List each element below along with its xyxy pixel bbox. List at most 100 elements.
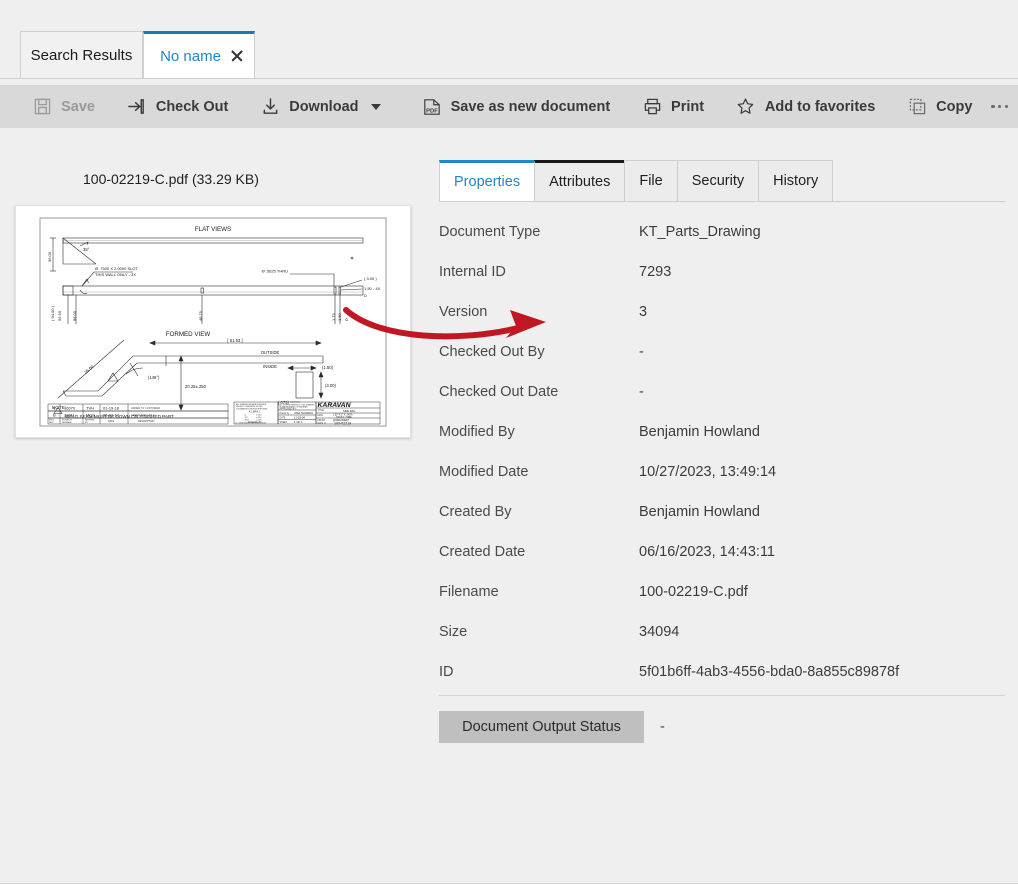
svg-text:(145°): (145°) [148, 375, 160, 380]
svg-text:Ø .5625 THRU: Ø .5625 THRU [262, 269, 288, 274]
svg-text:MATL: MATL [318, 414, 325, 417]
svg-text:ADDED SIDE HOLE: ADDED SIDE HOLE [131, 413, 155, 417]
svg-text:FINISH: FINISH [318, 420, 326, 422]
copy-label: Copy [936, 98, 973, 115]
svg-text:100-02219: 100-02219 [334, 421, 351, 425]
download-button[interactable]: Download [251, 85, 389, 128]
chevron-down-icon[interactable] [370, 103, 381, 110]
tab-properties-label: Properties [454, 174, 521, 190]
print-button[interactable]: Print [633, 85, 713, 128]
svg-text:DATE: DATE [108, 420, 115, 423]
svg-text:FORMED VIEW: FORMED VIEW [166, 331, 211, 338]
svg-text:BY: BY [85, 422, 88, 424]
copy-button[interactable]: Copy [898, 85, 981, 128]
copy-icon [907, 97, 927, 117]
tab-no-name-label: No name [160, 47, 221, 65]
check-out-button[interactable]: Check Out [118, 85, 238, 128]
svg-text:20.25±.250: 20.25±.250 [185, 384, 207, 389]
svg-text:1 OF 1: 1 OF 1 [294, 420, 303, 424]
star-icon [736, 97, 756, 117]
property-label: Document Type [439, 224, 541, 240]
property-row-created-by: Created By Benjamin Howland [439, 504, 760, 520]
tab-history-label: History [773, 173, 819, 189]
tab-no-name[interactable]: No name [143, 31, 255, 78]
save-button[interactable]: Save [23, 85, 104, 128]
browser-tab-strip: Search Results No name [0, 0, 1018, 79]
svg-text:88.00: 88.00 [72, 310, 77, 321]
details-panel: Properties Attributes File Security Hist… [439, 128, 1005, 763]
svg-text:16070: 16070 [64, 405, 76, 410]
svg-text:KARAVAN: KARAVAN [318, 402, 352, 409]
add-to-favorites-label: Add to favorites [764, 98, 876, 115]
svg-text:96.00: 96.00 [47, 251, 52, 262]
svg-text:MCS: MCS [86, 412, 95, 417]
tab-security[interactable]: Security [676, 160, 759, 202]
download-label: Download [289, 98, 359, 115]
property-row-version: Version 3 [439, 304, 647, 320]
svg-text:1.50 - 4X: 1.50 - 4X [364, 286, 381, 291]
svg-text:INSIDE: INSIDE [263, 364, 277, 369]
more-options-button[interactable] [981, 104, 1018, 109]
property-label: Checked Out Date [439, 384, 559, 400]
svg-text:( ) = NON-INSPECTED DIMENSION: ( ) = NON-INSPECTED DIMENSION [235, 423, 266, 425]
property-label: Version [439, 304, 488, 320]
property-row-modified-by: Modified By Benjamin Howland [439, 424, 760, 440]
property-label: ID [439, 664, 454, 680]
property-label: Size [439, 624, 468, 640]
property-label: Modified By [439, 424, 515, 440]
property-label: Filename [439, 584, 499, 600]
tab-history[interactable]: History [758, 160, 834, 202]
svg-text:D: D [344, 318, 349, 321]
save-as-new-document-button[interactable]: PDF Save as new document [413, 85, 620, 128]
document-workspace: 100-02219-C.pdf (33.29 KB) FLAT VIEWS 35… [0, 128, 1018, 884]
svg-text:1.50: 1.50 [337, 312, 342, 321]
svg-text:[ 61.63 ]: [ 61.63 ] [227, 338, 242, 343]
property-row-checked-out-date: Checked Out Date - [439, 384, 644, 400]
property-value: KT_Parts_Drawing [639, 224, 761, 240]
engineering-drawing: FLAT VIEWS 35° 96.00 Ø .7500 X 2.0000 SL… [39, 217, 387, 427]
close-icon[interactable] [230, 49, 244, 63]
property-value: - [639, 344, 644, 360]
property-value: 100-02219-C.pdf [639, 584, 748, 600]
property-value: 3 [639, 304, 648, 320]
check-out-label: Check Out [155, 98, 229, 115]
svg-text:APPROVED BY:: APPROVED BY: [280, 408, 297, 411]
tab-file[interactable]: File [624, 160, 677, 202]
svg-text:PDF: PDF [426, 108, 438, 114]
document-output-status-label: Document Output Status [462, 719, 621, 735]
svg-text:( 3.00 ): ( 3.00 ) [364, 276, 377, 281]
save-label: Save [61, 98, 95, 115]
svg-text:JOEL NUHRING: JOEL NUHRING [294, 411, 313, 415]
svg-text:(1.50): (1.50) [322, 365, 334, 370]
section-divider [439, 695, 1005, 696]
tab-properties[interactable]: Properties [439, 160, 535, 202]
tab-search-results[interactable]: Search Results [20, 31, 143, 78]
property-value: 06/16/2023, 14:43:11 [639, 544, 775, 560]
svg-text:DATE: DATE [280, 417, 286, 420]
svg-text:REV.: REV. [49, 422, 54, 424]
svg-text:11-18-04: 11-18-04 [294, 416, 305, 420]
property-row-created-date: Created Date 06/16/2023, 14:43:11 [439, 544, 775, 560]
document-output-status-button[interactable]: Document Output Status [439, 711, 644, 743]
tab-security-label: Security [691, 173, 745, 189]
property-row-document-type: Document Type KT_Parts_Drawing [439, 224, 761, 240]
property-row-modified-date: Modified Date 10/27/2023, 13:49:14 [439, 464, 776, 480]
property-label: Modified Date [439, 464, 529, 480]
property-row-filename: Filename 100-02219-C.pdf [439, 584, 748, 600]
svg-text:Ø .7500 X 2.0000 SLOT: Ø .7500 X 2.0000 SLOT [95, 266, 138, 271]
tab-attributes[interactable]: Attributes [534, 160, 625, 202]
tab-search-results-label: Search Results [30, 46, 133, 64]
svg-text:.X (.MAX.): .X (.MAX.) [248, 410, 260, 414]
svg-text:05-01-17: 05-01-17 [103, 412, 120, 417]
save-icon [32, 97, 52, 117]
save-as-new-document-label: Save as new document [450, 98, 611, 115]
svg-text:ADDED TO CUSTOMER: ADDED TO CUSTOMER [131, 406, 160, 410]
document-preview-thumbnail[interactable]: FLAT VIEWS 35° 96.00 Ø .7500 X 2.0000 SL… [15, 205, 411, 438]
svg-text:FLAT VIEWS: FLAT VIEWS [195, 226, 231, 233]
add-to-favorites-button[interactable]: Add to favorites [727, 85, 884, 128]
property-row-internal-id: Internal ID 7293 [439, 264, 671, 280]
property-row-size: Size 34094 [439, 624, 679, 640]
svg-text:TITLE:: TITLE: [318, 410, 325, 412]
svg-text:(3.00): (3.00) [325, 383, 337, 388]
property-value: - [639, 384, 644, 400]
